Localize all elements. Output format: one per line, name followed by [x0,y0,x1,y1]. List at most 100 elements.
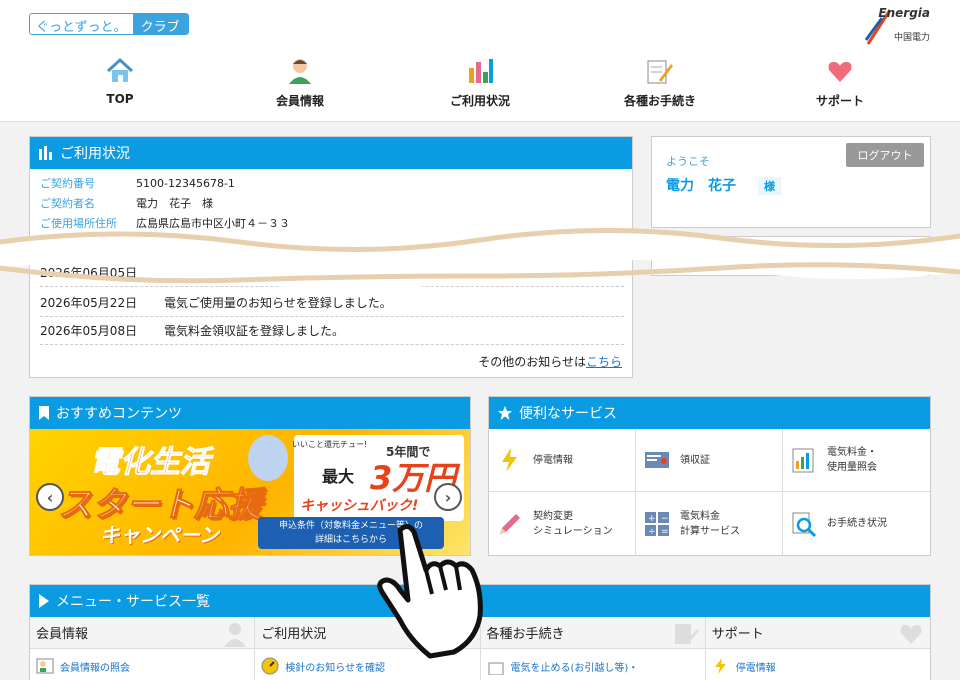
recommend-title: おすすめコンテンツ [56,406,182,422]
contract-menu-key: ご契約メニュー [40,237,117,250]
menu-link-text: 検針のお知らせを確認 [285,662,386,674]
services-grid: 停電情報 領収証 電気料金・ 使用量照会 契約変更 シミュレーション + − ÷ = … [489,429,930,555]
svg-text:=: = [661,527,669,537]
menu-link-meter-notice[interactable]: 検針のお知らせを確認 [255,649,479,680]
logo-main-text: ぐっとずっと。 [30,14,133,34]
home-icon [106,57,134,82]
nav-procedures[interactable]: 各種お手続き [570,56,750,112]
service-contract-simulation[interactable]: 契約変更 シミュレーション [489,492,636,555]
nav-member-info-label: 会員情報 [275,94,324,108]
club-logo[interactable]: ぐっとずっと。 クラブ [29,13,189,35]
bar-chart-icon [39,146,52,160]
recommend-panel: おすすめコンテンツ 電化生活 スタート応援 キャンペーン いいこと還元チュー! … [29,396,471,556]
service-outage-info[interactable]: 停電情報 [489,429,636,492]
news-date: 2026年05月22日 [40,296,138,310]
pencil-icon [500,513,520,534]
menu-col-heading: サポート [705,617,930,649]
star-icon [498,406,512,420]
usage-panel: ご利用状況 ご契約番号 5100-12345678-1 ご契約者名 電力 花子 様 … [29,136,633,378]
campaign-banner[interactable]: 電化生活 スタート応援 キャンペーン いいこと還元チュー! 5年間で 最大 3万… [30,429,470,555]
nav-member-info[interactable]: 会員情報 [210,56,390,112]
menu-col-heading-text: 会員情報 [36,627,89,642]
carousel-prev-button[interactable]: ‹ [36,483,64,511]
menu-link-text: 会員情報の照会 [60,662,130,674]
user-name: 電力 花子 [666,178,736,194]
welcome-greeting: ようこそ [666,155,710,168]
nav-support[interactable]: サポート [750,56,930,112]
logo-club-text: クラブ [132,14,188,34]
menu-col-heading: 各種お手続き [480,617,705,649]
banner-detail-button[interactable]: 申込条件（対象料金メニュー等）の 詳細はこちらから [258,517,444,549]
service-bill-usage-inquiry[interactable]: 電気料金・ 使用量照会 [783,429,930,492]
contract-number-value: 5100-12345678-1 [136,176,235,190]
member-card-icon [36,658,54,674]
menu-link-stop-electricity[interactable]: 電気を止める(お引越し等)・ [481,649,705,680]
nav-procedures-label: 各種お手続き [623,94,696,108]
menu-col-heading-text: ご利用状況 [261,627,327,642]
service-label: 停電情報 [533,454,573,466]
more-news-prefix: その他のお知らせは [478,355,586,369]
svg-text:÷: ÷ [648,527,656,537]
menu-col-heading-text: サポート [711,627,764,642]
banner-line1: 電化生活 [90,445,211,481]
service-label: 領収証 [680,454,710,466]
form-pencil-icon [674,624,699,645]
menu-link-outage-info[interactable]: 停電情報 [706,649,930,680]
nav-support-label: サポート [815,94,864,108]
receipt-icon [645,452,669,468]
form-icon [488,662,503,675]
address-row: ご使用場所住所 広島県広島市中区小町４－３３ [30,213,632,233]
brand-name: Energia [878,6,930,20]
news-item[interactable]: 2026年05月22日 電気ご使用量のお知らせを登録しました。 [40,289,624,317]
service-receipt[interactable]: 領収証 [636,429,783,492]
user-honorific: 様 [758,177,781,195]
heart-icon [828,62,852,82]
nav-top[interactable]: TOP [30,56,210,112]
lightning-icon [502,448,517,472]
energia-logo[interactable]: Energia 中国電力 [864,6,934,46]
banner-cashback: キャッシュバック! [300,498,419,514]
form-pencil-icon [647,60,673,84]
service-label: お手続き状況 [827,518,887,529]
menu-col-member: 会員情報 会員情報の照会 [30,617,256,680]
notice-panel: お知らせ [651,236,931,276]
banner-small-text: いいこと還元チュー! [292,440,368,449]
news-item[interactable]: 2026年06月05日 [40,259,624,287]
usage-panel-header: ご利用状況 [30,137,632,169]
person-icon [289,59,311,84]
menu-link-member-info[interactable]: 会員情報の照会 [30,649,254,680]
play-arrow-icon [39,594,49,608]
nav-usage[interactable]: ご利用状況 [390,56,570,112]
contract-number-row: ご契約番号 5100-12345678-1 [30,173,632,193]
calculator-icon: + −÷ = [645,511,669,537]
recommend-header: おすすめコンテンツ [30,397,470,429]
contract-info: ご契約番号 5100-12345678-1 ご契約者名 電力 花子 様 ご使用場所住… [30,169,632,262]
menu-col-procedures: 各種お手続き 電気を止める(お引越し等)・ [480,617,706,680]
address-key: ご使用場所住所 [40,217,117,230]
service-procedure-status[interactable]: お手続き状況 [783,492,930,555]
mascot-image [248,435,288,481]
more-news-link[interactable]: こちら [586,355,622,369]
carousel-next-button[interactable]: › [434,483,462,511]
person-icon [224,623,247,647]
more-news: その他のお知らせはこちら [478,353,622,370]
service-bill-calculator[interactable]: + − ÷ = 電気料金 計算サービス [636,492,783,555]
nav-top-label: TOP [106,92,134,106]
menu-header: メニュー・サービス一覧 [30,585,930,617]
service-label: 電気料金 計算サービス [680,510,740,537]
contractor-name-value: 電力 花子 様 [136,197,213,210]
news-date: 2026年05月08日 [40,324,138,338]
magnifier-document-icon [792,512,817,537]
contractor-name-row: ご契約者名 電力 花子 様 [30,193,632,213]
gauge-icon [261,657,279,675]
contract-number-key: ご契約番号 [40,177,95,190]
logout-button[interactable]: ログアウト [846,143,924,167]
news-text: 電気料金領収証を登録しました。 [164,324,345,338]
banner-max: 最大 [322,467,355,486]
main-nav: TOP 会員情報 ご利用状況 各種お手続き サポート [30,56,930,112]
menu-title: メニュー・サービス一覧 [56,594,210,610]
menu-columns: 会員情報 会員情報の照会 ご利用状況 検針のお知らせを確認 各種お手続き 電気を… [30,617,930,680]
menu-link-text: 電気を止める(お引越し等)・ [510,662,639,674]
news-item[interactable]: 2026年05月08日 電気料金領収証を登録しました。 [40,317,624,345]
services-header: 便利なサービス [489,397,930,429]
